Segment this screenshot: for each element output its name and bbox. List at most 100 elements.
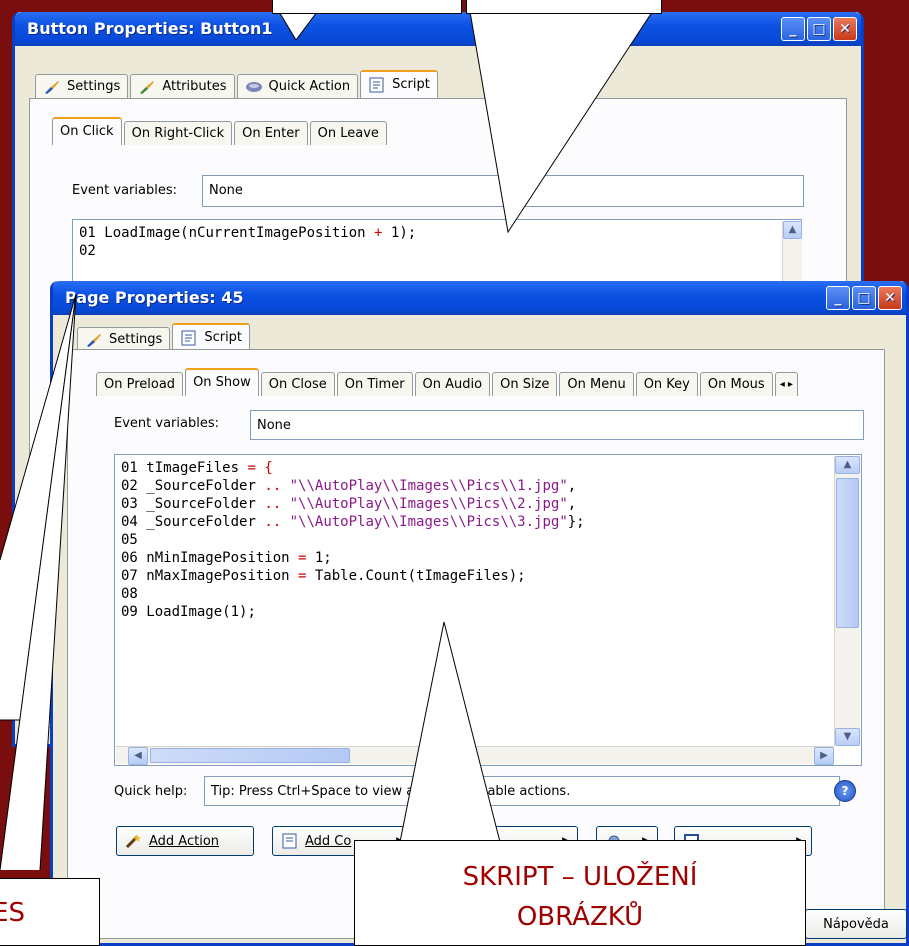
tab-label: On Close xyxy=(268,376,327,392)
page-properties-titlebar[interactable]: Page Properties: 45 _ □ ✕ xyxy=(53,281,906,315)
tab-on-size[interactable]: On Size xyxy=(492,372,558,396)
brush-icon xyxy=(87,333,101,347)
window-title: Button Properties: Button1 xyxy=(27,19,273,38)
code-token: nMinImagePosition xyxy=(146,550,299,566)
tab-on-click[interactable]: On Click xyxy=(52,117,122,145)
code-token: .. xyxy=(264,514,282,530)
code-text: LoadImage(nCurrentImagePosition xyxy=(104,225,366,241)
capsule-icon xyxy=(245,81,262,92)
help-button[interactable]: Nápověda xyxy=(805,909,907,939)
tab-on-mouse[interactable]: On Mous xyxy=(699,372,773,396)
event-variables-label: Event variables: xyxy=(114,416,219,431)
tab-label: On Show xyxy=(193,375,251,390)
tab-attributes[interactable]: Attributes xyxy=(130,74,235,98)
code-line: 02 _SourceFolder .. "\\AutoPlay\\Images\… xyxy=(121,477,855,495)
tab-label: On Mous xyxy=(707,376,765,392)
tab-on-close[interactable]: On Close xyxy=(260,372,335,396)
minimize-button[interactable]: _ xyxy=(826,286,850,310)
tab-quick-action[interactable]: Quick Action xyxy=(236,74,359,98)
tab-label: On Enter xyxy=(242,125,300,141)
tab-settings[interactable]: Settings xyxy=(77,327,171,351)
event-variables-label: Event variables: xyxy=(72,183,177,198)
scroll-right-arrow[interactable]: ▶ xyxy=(814,747,834,765)
code-token: LoadImage(1); xyxy=(146,604,256,620)
tab-label: Quick Action xyxy=(268,78,351,94)
scroll-up-arrow[interactable]: ▲ xyxy=(783,221,802,239)
tab-label: Script xyxy=(204,330,243,345)
code-token: "\\AutoPlay\\Images\\Pics\\2.jpg" xyxy=(281,496,568,512)
tab-on-key[interactable]: On Key xyxy=(635,372,698,396)
code-line: 04 _SourceFolder .. "\\AutoPlay\\Images\… xyxy=(121,513,855,531)
page-event-tabs: On Preload On Show On Close On Timer On … xyxy=(96,368,800,396)
code-line: 01 tImageFiles = { xyxy=(121,459,855,477)
maximize-button[interactable]: □ xyxy=(807,17,831,41)
tab-script[interactable]: Script xyxy=(360,70,438,98)
code-token: 04 xyxy=(121,514,138,530)
add-action-button[interactable]: Add Action xyxy=(116,826,254,856)
tab-on-menu[interactable]: On Menu xyxy=(559,372,634,396)
quick-help-label: Quick help: xyxy=(114,784,188,799)
quick-help-text: ailable actions. xyxy=(472,784,571,799)
tab-on-preload[interactable]: On Preload xyxy=(96,372,184,396)
code-line: 06 nMinImagePosition = 1; xyxy=(121,549,855,567)
page-code-vscroll[interactable]: ▲ ▼ xyxy=(834,456,860,746)
code-token: 05 xyxy=(121,532,138,548)
scroll-thumb[interactable] xyxy=(836,478,859,628)
close-button[interactable]: ✕ xyxy=(833,17,857,41)
tab-on-show[interactable]: On Show xyxy=(185,368,259,396)
brush-icon xyxy=(140,80,155,94)
callout-script-storage: SKRIPT – ULOŽENÍ OBRÁZKŮ xyxy=(354,840,806,946)
line-number: 01 xyxy=(79,225,96,241)
tab-on-leave[interactable]: On Leave xyxy=(309,121,387,145)
top-callout-left xyxy=(272,0,462,14)
tab-label: On Right-Click xyxy=(131,125,225,141)
button-label: Add Co xyxy=(305,833,352,849)
tab-label: Script xyxy=(392,77,430,92)
code-token: }; xyxy=(567,514,585,530)
code-token: 1; xyxy=(306,550,332,566)
tab-settings[interactable]: Settings xyxy=(35,74,129,98)
close-button[interactable]: ✕ xyxy=(878,286,902,310)
button-event-tabs: On Click On Right-Click On Enter On Leav… xyxy=(52,117,389,145)
scroll-up-arrow[interactable]: ▲ xyxy=(835,456,860,474)
scroll-left-arrow[interactable]: ◀ xyxy=(128,747,148,765)
code-token: 07 xyxy=(121,568,138,584)
code-token: _SourceFolder xyxy=(146,514,265,530)
tab-on-right-click[interactable]: On Right-Click xyxy=(123,121,233,145)
code-line: 05 xyxy=(121,531,855,549)
tab-label: On Audio xyxy=(422,376,483,392)
code-token: = { xyxy=(247,460,273,476)
callout-left-partial: ES xyxy=(0,878,100,946)
page-code-hscroll[interactable]: ◀ ▶ xyxy=(116,746,834,765)
tab-on-enter[interactable]: On Enter xyxy=(234,121,308,145)
scroll-down-arrow[interactable]: ▼ xyxy=(835,728,860,746)
event-variables-field[interactable]: None xyxy=(250,410,864,440)
quick-help-field: Tip: Press Ctrl+Space to view a ailable a… xyxy=(204,776,840,806)
minimize-button[interactable]: _ xyxy=(781,17,805,41)
maximize-button[interactable]: □ xyxy=(852,286,876,310)
tab-scroll-arrows[interactable]: ◂ ▸ xyxy=(774,372,798,396)
button-tabs: Settings Attributes Quick Action Script xyxy=(35,70,440,98)
tab-label: On Size xyxy=(500,376,550,392)
button-properties-titlebar[interactable]: Button Properties: Button1 _ □ ✕ xyxy=(15,12,861,46)
scroll-thumb[interactable] xyxy=(150,748,350,763)
code-lines: 01 tImageFiles = {02 _SourceFolder .. "\… xyxy=(121,459,855,621)
brush-icon xyxy=(45,80,59,94)
tab-label: On Timer xyxy=(344,376,405,392)
code-line: 09 LoadImage(1); xyxy=(121,603,855,621)
event-variables-field[interactable]: None xyxy=(202,175,804,207)
code-token: , xyxy=(567,478,577,494)
help-icon[interactable]: ? xyxy=(834,780,856,802)
code-token: "\\AutoPlay\\Images\\Pics\\3.jpg" xyxy=(281,514,568,530)
tab-label: On Menu xyxy=(567,376,626,392)
tab-script[interactable]: Script xyxy=(172,323,251,351)
tab-label: On Key xyxy=(643,376,690,392)
tab-on-timer[interactable]: On Timer xyxy=(336,372,413,396)
tab-on-audio[interactable]: On Audio xyxy=(414,372,491,396)
code-token: _SourceFolder xyxy=(146,478,265,494)
quick-help-text: Tip: Press Ctrl+Space to view a xyxy=(211,784,415,799)
callout-text: OBRÁZKŮ xyxy=(516,902,644,932)
script-icon xyxy=(181,330,196,346)
tab-label: Attributes xyxy=(162,78,227,94)
page-code-editor[interactable]: 01 tImageFiles = {02 _SourceFolder .. "\… xyxy=(114,454,862,766)
